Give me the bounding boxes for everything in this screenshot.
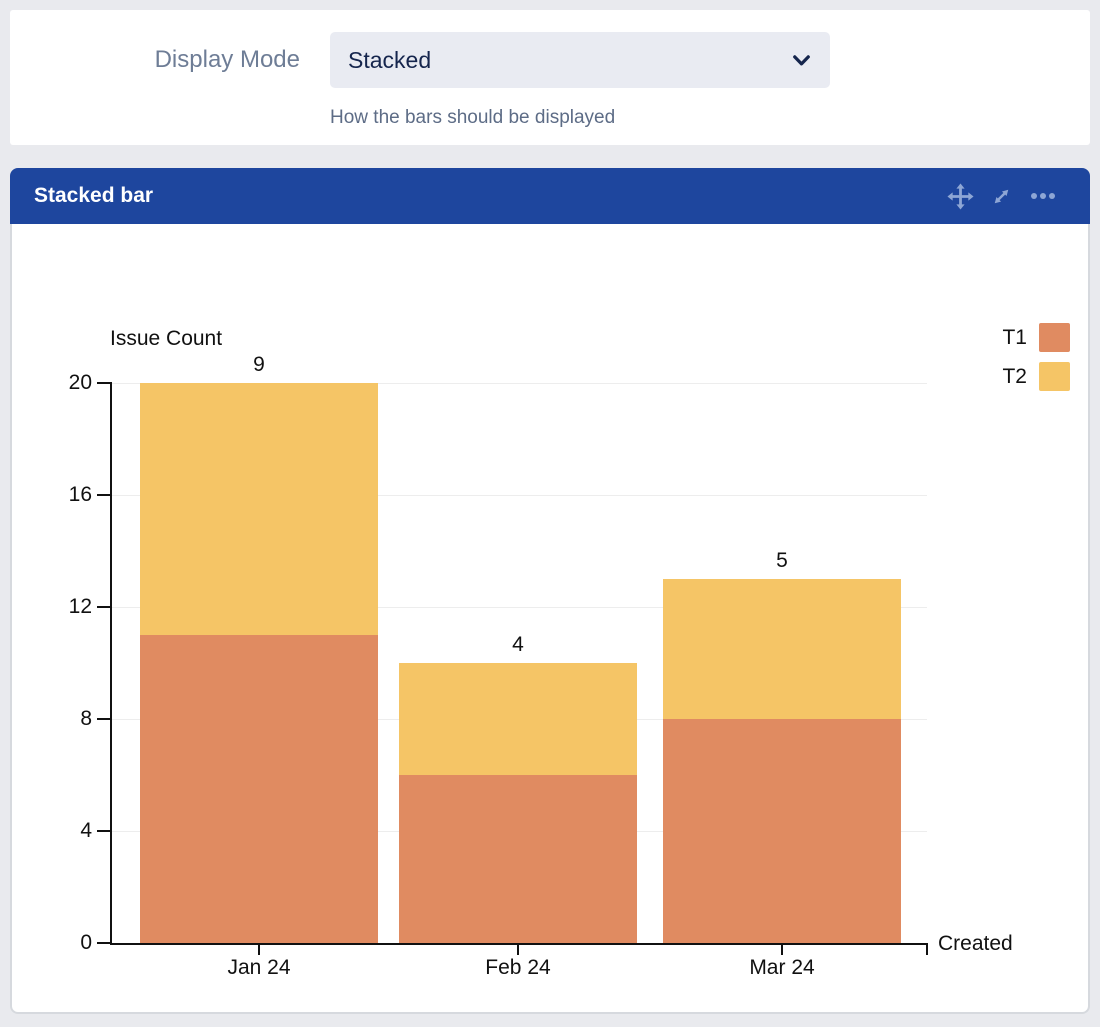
y-tick-label: 0 [30,929,92,957]
dashboard-page: { "config_card": { "display_mode_label":… [0,0,1100,1027]
x-tick-Mar-24 [781,945,783,955]
bar-value-label: 9 [140,352,378,378]
y-tick-label: 12 [30,593,92,621]
y-tick-label: 20 [30,369,92,397]
bar-segment-T1-Feb-24[interactable] [399,775,637,943]
x-tick-label: Jan 24 [199,956,319,980]
bar-segment-T2-Mar-24[interactable] [663,579,901,719]
y-axis-title: Issue Count [110,327,222,351]
legend-swatch [1039,362,1070,391]
legend-label: T1 [1002,326,1027,350]
y-tick-label: 8 [30,705,92,733]
x-tick-label: Mar 24 [722,956,842,980]
chart-legend: T1 T2 [940,323,1070,401]
legend-item-T1[interactable]: T1 [940,323,1070,352]
bar-value-label: 5 [663,548,901,574]
stacked-bar-chart: Issue Count Created T1T2 119Jan 2464Feb … [0,0,1100,1027]
x-tick-Jan-24 [258,945,260,955]
bar-segment-T1-Mar-24[interactable] [663,719,901,943]
x-tick-Feb-24 [517,945,519,955]
bar-segment-T1-Jan-24[interactable] [140,635,378,943]
y-tick-label: 4 [30,817,92,845]
x-axis-title: Created [938,932,1013,956]
y-tick-label: 16 [30,481,92,509]
legend-swatch [1039,323,1070,352]
bar-segment-T2-Jan-24[interactable] [140,383,378,635]
x-axis-line [110,943,928,945]
bar-value-label: 4 [399,632,637,658]
bar-segment-T2-Feb-24[interactable] [399,663,637,775]
legend-label: T2 [1002,365,1027,389]
x-axis-end-tick [926,943,928,955]
legend-item-T2[interactable]: T2 [940,362,1070,391]
x-tick-label: Feb 24 [458,956,578,980]
y-axis-line [110,383,112,945]
